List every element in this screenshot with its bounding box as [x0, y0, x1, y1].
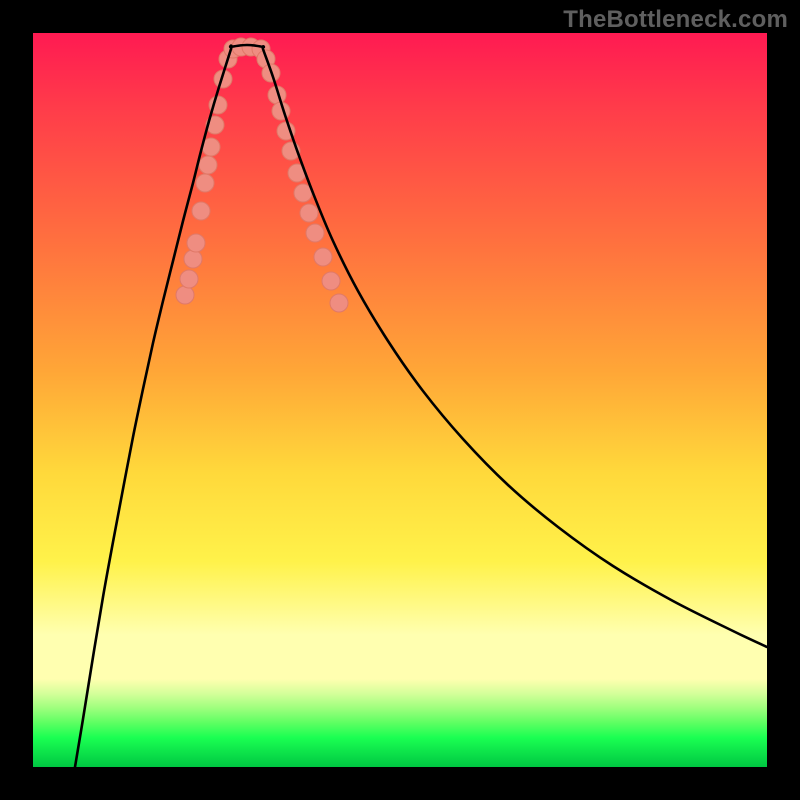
data-dot	[192, 202, 210, 220]
data-dot	[176, 286, 194, 304]
data-dot	[300, 204, 318, 222]
data-dot	[314, 248, 332, 266]
plot-area	[33, 33, 767, 767]
data-points	[176, 38, 348, 312]
data-dot	[187, 234, 205, 252]
data-dot	[306, 224, 324, 242]
data-dot	[199, 156, 217, 174]
data-dot	[180, 270, 198, 288]
watermark-text: TheBottleneck.com	[563, 6, 788, 34]
curve-line	[75, 45, 767, 767]
data-dot	[196, 174, 214, 192]
data-dot	[330, 294, 348, 312]
outer-frame: TheBottleneck.com	[0, 0, 800, 800]
chart-svg	[33, 33, 767, 767]
data-dot	[322, 272, 340, 290]
data-dot	[184, 250, 202, 268]
